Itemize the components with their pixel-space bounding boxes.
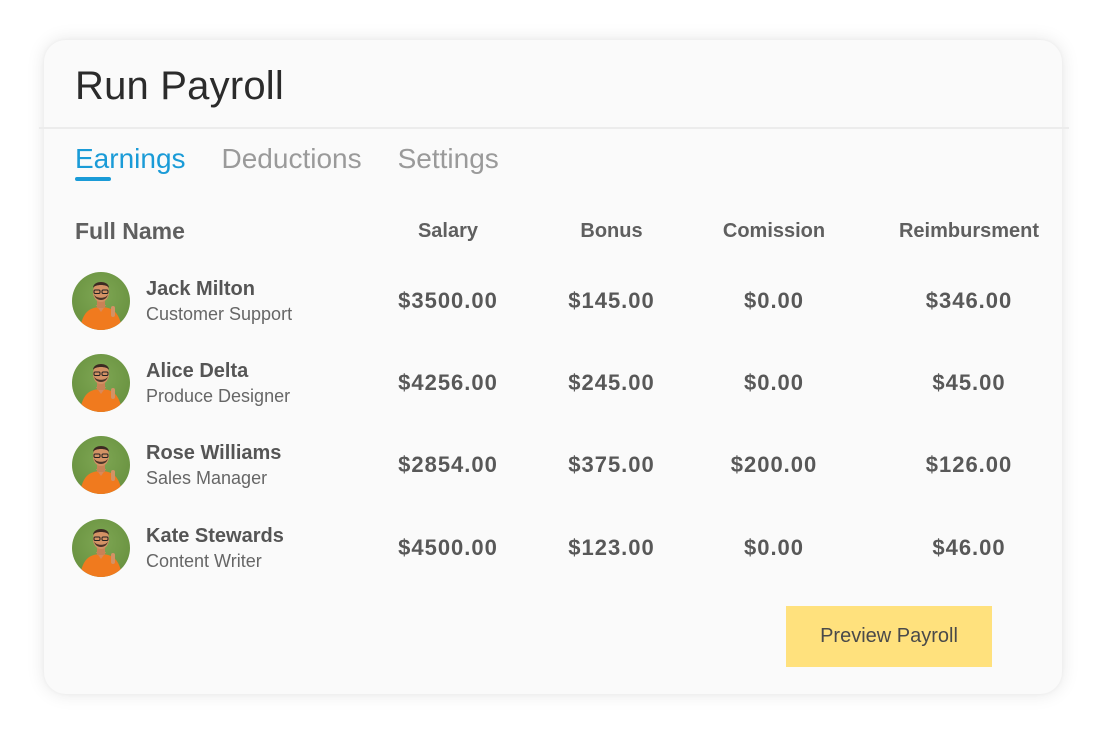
avatar (72, 272, 130, 330)
table-row[interactable]: Kate Stewards Content Writer $4500.00 $1… (44, 519, 1062, 579)
tab-bar: Earnings Deductions Settings (75, 140, 499, 181)
salary-cell: $3500.00 (398, 288, 498, 313)
column-header-full-name: Full Name (75, 218, 185, 244)
person-photo-icon (80, 446, 122, 494)
table-row[interactable]: Jack Milton Customer Support $3500.00 $1… (44, 272, 1062, 332)
column-header-bonus: Bonus (580, 220, 643, 242)
reimbursement-cell: $45.00 (932, 370, 1006, 395)
tab-earnings[interactable]: Earnings (75, 140, 186, 181)
employee-role: Produce Designer (146, 386, 291, 406)
reimbursement-cell: $46.00 (932, 535, 1006, 560)
commission-cell: $0.00 (743, 288, 805, 313)
avatar (72, 519, 130, 577)
bonus-cell: $145.00 (568, 288, 655, 313)
page-title: Run Payroll (75, 64, 284, 108)
employee-role: Sales Manager (146, 468, 268, 488)
column-header-reimbursement: Reimbursment (898, 220, 1040, 242)
employee-name: Jack Milton (146, 278, 255, 300)
bonus-cell: $123.00 (568, 535, 655, 560)
commission-cell: $200.00 (730, 452, 818, 477)
person-photo-icon (80, 364, 122, 412)
salary-cell: $2854.00 (398, 452, 498, 477)
salary-cell: $4256.00 (398, 370, 498, 395)
payroll-card: Run Payroll Earnings Deductions Settings… (39, 40, 1069, 694)
avatar (72, 436, 130, 494)
active-tab-indicator (75, 177, 111, 181)
commission-cell: $0.00 (743, 535, 805, 560)
column-header-commission: Comission (722, 220, 826, 242)
preview-payroll-button[interactable]: Preview Payroll (786, 606, 992, 667)
employee-role: Content Writer (146, 551, 262, 571)
tab-deductions-label: Deductions (221, 143, 362, 174)
tab-settings-label: Settings (397, 143, 499, 174)
tab-settings[interactable]: Settings (398, 140, 499, 178)
avatar (72, 354, 130, 412)
reimbursement-cell: $126.00 (925, 452, 1013, 477)
tab-deductions[interactable]: Deductions (222, 140, 362, 178)
employee-role: Customer Support (146, 304, 293, 324)
table-row[interactable]: Rose Williams Sales Manager $2854.00 $37… (44, 436, 1062, 496)
salary-cell: $4500.00 (398, 535, 498, 560)
tab-earnings-label: Earnings (75, 143, 186, 174)
person-photo-icon (80, 529, 122, 577)
commission-cell: $0.00 (743, 370, 805, 395)
table-row[interactable]: Alice Delta Produce Designer $4256.00 $2… (44, 354, 1062, 414)
employee-name: Kate Stewards (146, 525, 284, 547)
bonus-cell: $375.00 (568, 452, 655, 477)
column-header-salary: Salary (417, 220, 479, 242)
header-divider (39, 127, 1069, 129)
bonus-cell: $245.00 (568, 370, 655, 395)
person-photo-icon (80, 282, 122, 330)
employee-name: Rose Williams (146, 442, 282, 464)
employee-name: Alice Delta (146, 360, 249, 382)
reimbursement-cell: $346.00 (925, 288, 1013, 313)
